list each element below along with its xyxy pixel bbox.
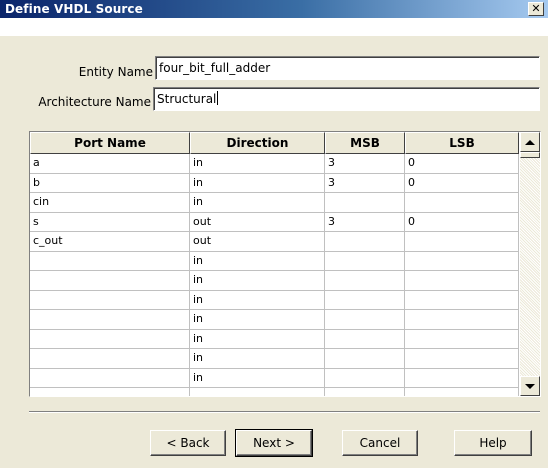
table-row[interactable]: in (30, 310, 519, 330)
direction-cell[interactable]: out (190, 212, 325, 232)
table-row[interactable]: cin in (30, 193, 519, 213)
direction-cell[interactable]: in (190, 329, 325, 349)
table-row[interactable]: in (30, 368, 519, 388)
lsb-cell[interactable]: 0 (405, 173, 519, 193)
direction-cell[interactable]: in (190, 310, 325, 330)
close-icon: ✕ (531, 2, 541, 15)
table-row[interactable]: in (30, 349, 519, 369)
msb-cell[interactable] (325, 290, 405, 310)
column-header-msb[interactable]: MSB (325, 132, 405, 154)
close-button[interactable]: ✕ (528, 2, 544, 16)
port-name-cell[interactable] (30, 388, 190, 396)
msb-cell[interactable]: 3 (325, 173, 405, 193)
msb-cell[interactable] (325, 232, 405, 252)
back-button[interactable]: < Back (150, 430, 226, 456)
direction-cell[interactable]: out (190, 232, 325, 252)
scroll-down-button[interactable] (520, 376, 540, 396)
window-title: Define VHDL Source (5, 2, 143, 16)
architecture-name-label: Architecture Name (38, 95, 151, 109)
entity-name-value: four_bit_full_adder (159, 61, 271, 75)
msb-cell[interactable]: 3 (325, 212, 405, 232)
msb-cell[interactable] (325, 329, 405, 349)
architecture-name-value: Structural (157, 92, 217, 106)
lsb-cell[interactable] (405, 290, 519, 310)
architecture-name-input[interactable]: Structural (153, 87, 540, 111)
table-row[interactable]: a in 3 0 (30, 154, 519, 174)
lsb-cell[interactable] (405, 388, 519, 396)
text-caret (217, 91, 219, 105)
direction-cell[interactable]: in (190, 271, 325, 291)
title-strip: Define VHDL Source (0, 0, 548, 18)
cancel-button[interactable]: Cancel (342, 430, 418, 456)
port-name-cell[interactable] (30, 251, 190, 271)
lsb-cell[interactable] (405, 368, 519, 388)
scroll-up-button[interactable] (520, 132, 540, 152)
table-row[interactable]: in (30, 271, 519, 291)
ports-table[interactable]: Port Name Direction MSB LSB a in 3 0 b in 3 0 ci… (29, 131, 541, 397)
msb-cell[interactable] (325, 271, 405, 291)
msb-cell[interactable] (325, 349, 405, 369)
direction-cell[interactable]: in (190, 290, 325, 310)
port-name-cell[interactable] (30, 271, 190, 291)
lsb-cell[interactable] (405, 310, 519, 330)
lsb-cell[interactable] (405, 329, 519, 349)
msb-cell[interactable] (325, 310, 405, 330)
table-row[interactable]: c_out out (30, 232, 519, 252)
direction-cell[interactable]: in (190, 154, 325, 174)
scroll-thumb[interactable] (520, 152, 540, 158)
port-name-cell[interactable] (30, 349, 190, 369)
port-name-cell[interactable]: a (30, 154, 190, 174)
column-header-port-name[interactable]: Port Name (30, 132, 190, 154)
table-row[interactable]: in (30, 329, 519, 349)
msb-cell[interactable] (325, 368, 405, 388)
table-row[interactable]: s out 3 0 (30, 212, 519, 232)
column-header-direction[interactable]: Direction (190, 132, 325, 154)
help-button[interactable]: Help (454, 430, 532, 456)
direction-cell[interactable]: in (190, 349, 325, 369)
entity-name-input[interactable]: four_bit_full_adder (155, 56, 540, 80)
port-name-cell[interactable] (30, 310, 190, 330)
arrow-down-icon (525, 383, 535, 389)
msb-cell[interactable] (325, 193, 405, 213)
lsb-cell[interactable] (405, 193, 519, 213)
lsb-cell[interactable] (405, 232, 519, 252)
direction-cell[interactable]: in (190, 368, 325, 388)
port-name-cell[interactable] (30, 290, 190, 310)
msb-cell[interactable] (325, 251, 405, 271)
direction-cell[interactable]: in (190, 193, 325, 213)
table-row[interactable]: in (30, 290, 519, 310)
lsb-cell[interactable] (405, 349, 519, 369)
direction-cell[interactable]: in (190, 251, 325, 271)
table-row[interactable] (30, 388, 519, 396)
entity-name-label: Entity Name (78, 65, 153, 79)
ports-table-body: a in 3 0 b in 3 0 cin in s out 3 0 c_out out in in in in in i… (30, 154, 519, 396)
direction-cell[interactable]: in (190, 173, 325, 193)
msb-cell[interactable] (325, 388, 405, 396)
msb-cell[interactable]: 3 (325, 154, 405, 174)
define-vhdl-source-dialog: Define VHDL Source ✕ Entity Name four_bi… (0, 0, 548, 468)
port-name-cell[interactable]: s (30, 212, 190, 232)
lsb-cell[interactable] (405, 271, 519, 291)
direction-cell[interactable] (190, 388, 325, 396)
table-row[interactable]: in (30, 251, 519, 271)
port-name-cell[interactable]: b (30, 173, 190, 193)
arrow-up-icon (525, 139, 535, 145)
column-header-lsb[interactable]: LSB (405, 132, 519, 154)
port-name-cell[interactable] (30, 329, 190, 349)
next-button[interactable]: Next > (235, 429, 313, 457)
lsb-cell[interactable]: 0 (405, 154, 519, 174)
button-separator (29, 411, 540, 413)
port-name-cell[interactable]: cin (30, 193, 190, 213)
vertical-scrollbar[interactable] (520, 132, 540, 396)
port-name-cell[interactable]: c_out (30, 232, 190, 252)
ports-table-header: Port Name Direction MSB LSB (30, 132, 519, 154)
title-bar: Define VHDL Source ✕ (0, 0, 548, 36)
table-row[interactable]: b in 3 0 (30, 173, 519, 193)
lsb-cell[interactable] (405, 251, 519, 271)
port-name-cell[interactable] (30, 368, 190, 388)
lsb-cell[interactable]: 0 (405, 212, 519, 232)
